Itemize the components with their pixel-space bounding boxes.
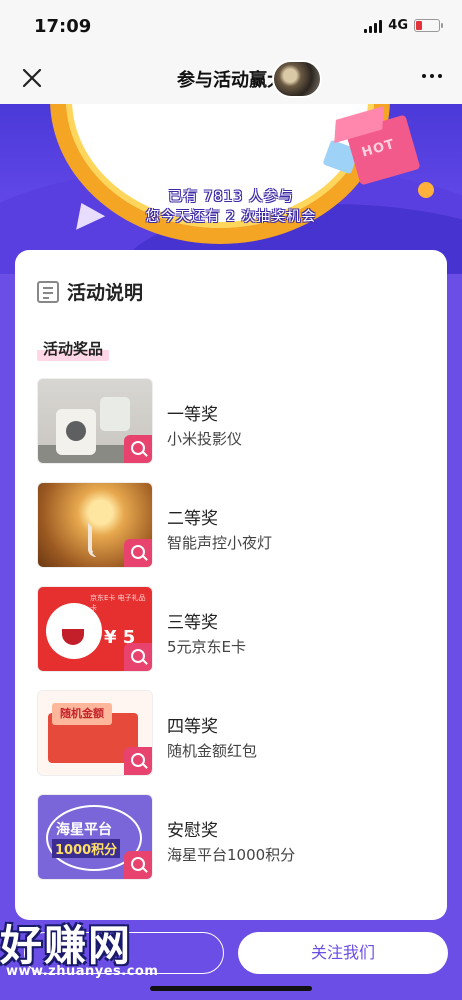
prize-item[interactable]: 一等奖 小米投影仪 bbox=[37, 378, 437, 464]
follow-button[interactable]: 关注我们 bbox=[238, 932, 448, 974]
card-header: 活动说明 bbox=[37, 278, 143, 305]
watermark: 好赚网 www.zhuanyes.com bbox=[0, 912, 158, 979]
status-indicators: 4G bbox=[364, 18, 443, 33]
section-title: 活动奖品 bbox=[37, 336, 110, 361]
prize-name: 小米投影仪 bbox=[167, 430, 243, 448]
document-icon bbox=[37, 280, 59, 303]
points-amount: 1000积分 bbox=[52, 839, 121, 858]
prize-name: 5元京东E卡 bbox=[167, 638, 247, 656]
prize-item[interactable]: 京东E卡 电子礼品卡 ¥ 5 三等奖 5元京东E卡 bbox=[37, 586, 437, 672]
search-icon[interactable] bbox=[124, 643, 152, 671]
prize-thumb[interactable]: 海星平台 1000积分 bbox=[37, 794, 153, 880]
search-icon[interactable] bbox=[124, 539, 152, 567]
prize-thumb[interactable]: 随机金额 bbox=[37, 690, 153, 776]
prize-item[interactable]: 随机金额 四等奖 随机金额红包 bbox=[37, 690, 437, 776]
activity-banner: HOT 已有 7813 人参与 您今天还有 2 次抽奖机会 bbox=[0, 104, 462, 274]
hot-label: HOT bbox=[360, 136, 397, 161]
more-icon[interactable] bbox=[422, 74, 442, 78]
prize-thumb[interactable] bbox=[37, 482, 153, 568]
home-indicator bbox=[150, 986, 312, 991]
network-label: 4G bbox=[388, 18, 408, 33]
redpack-tag: 随机金额 bbox=[52, 703, 112, 725]
participant-count: 已有 7813 人参与 bbox=[168, 189, 294, 205]
card-title: 活动说明 bbox=[67, 282, 144, 304]
nav-bar: 参与活动赢大 bbox=[0, 52, 462, 104]
search-icon[interactable] bbox=[124, 747, 152, 775]
prize-level: 三等奖 bbox=[167, 613, 218, 633]
page-title: 参与活动赢大 bbox=[177, 70, 285, 91]
prize-level: 二等奖 bbox=[167, 509, 218, 529]
prize-item[interactable]: 海星平台 1000积分 安慰奖 海星平台1000积分 bbox=[37, 794, 437, 880]
prize-thumb[interactable]: 京东E卡 电子礼品卡 ¥ 5 bbox=[37, 586, 153, 672]
prize-level: 一等奖 bbox=[167, 405, 218, 425]
prize-name: 海星平台1000积分 bbox=[167, 846, 296, 864]
search-icon[interactable] bbox=[124, 435, 152, 463]
points-platform: 海星平台 bbox=[56, 822, 112, 838]
chances-remaining: 您今天还有 2 次抽奖机会 bbox=[145, 209, 317, 225]
status-time: 17:09 bbox=[34, 16, 92, 37]
prize-name: 智能声控小夜灯 bbox=[167, 534, 273, 552]
avatar bbox=[272, 60, 322, 98]
watermark-url: www.zhuanyes.com bbox=[6, 964, 159, 979]
jd-card-title: 京东E卡 电子礼品卡 bbox=[90, 594, 146, 612]
activity-card: 活动说明 活动奖品 一等奖 小米投影仪 二等奖 智能声控小夜灯 京东E卡 电子礼… bbox=[15, 250, 447, 920]
prize-level: 安慰奖 bbox=[167, 821, 218, 841]
battery-icon bbox=[414, 19, 443, 32]
signal-icon bbox=[364, 19, 383, 33]
prize-list: 一等奖 小米投影仪 二等奖 智能声控小夜灯 京东E卡 电子礼品卡 ¥ 5 三等奖… bbox=[37, 378, 437, 898]
status-bar: 17:09 4G bbox=[0, 0, 462, 52]
prize-name: 随机金额红包 bbox=[167, 742, 258, 760]
prize-thumb[interactable] bbox=[37, 378, 153, 464]
search-icon[interactable] bbox=[124, 851, 152, 879]
prize-item[interactable]: 二等奖 智能声控小夜灯 bbox=[37, 482, 437, 568]
prize-level: 四等奖 bbox=[167, 717, 218, 737]
jd-mascot bbox=[46, 603, 102, 659]
